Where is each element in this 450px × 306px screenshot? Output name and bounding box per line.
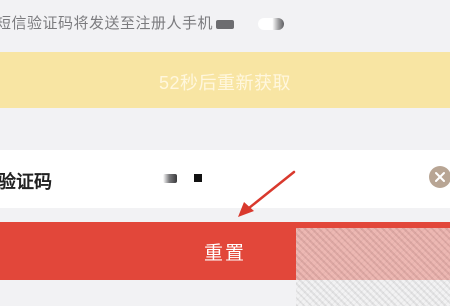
reset-button-label: 重置: [203, 243, 246, 264]
redaction-mark: [163, 174, 177, 183]
resend-countdown-label: 52秒后重新获取: [158, 73, 292, 93]
redaction-mark: [258, 18, 284, 30]
close-icon: [435, 172, 445, 182]
masked-phone-number: [214, 16, 284, 32]
redaction-mark: [216, 20, 234, 29]
masked-code-value: [163, 173, 213, 185]
reset-button[interactable]: 重置: [0, 222, 450, 280]
verification-notice-text: 短信验证码将发送至注册人手机: [0, 14, 214, 32]
verification-code-row: 验证码: [0, 150, 450, 208]
verification-notice: 短信验证码将发送至注册人手机: [0, 0, 450, 48]
verification-code-label: 验证码: [0, 172, 52, 193]
redaction-mark: [194, 174, 202, 182]
clear-input-button[interactable]: [429, 166, 450, 188]
resend-countdown-button[interactable]: 52秒后重新获取: [0, 52, 450, 108]
